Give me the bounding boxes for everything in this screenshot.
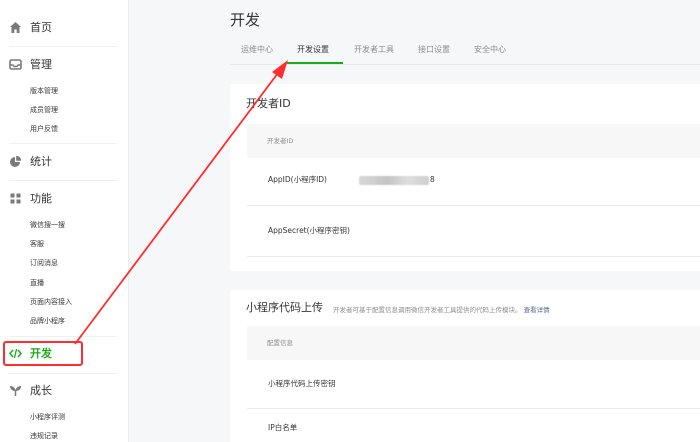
annotation-highlight-box: [3, 341, 83, 366]
sidebar-item-members[interactable]: 成员管理: [30, 104, 58, 116]
divider: [9, 373, 117, 374]
sprout-icon: [10, 386, 21, 396]
pie-chart-icon: [10, 155, 22, 167]
nav-home[interactable]: 首页: [0, 18, 128, 38]
nav-features-label: 功能: [30, 192, 52, 205]
nav-growth[interactable]: 成长: [0, 381, 128, 401]
table-header-label: 配置信息: [267, 339, 293, 347]
sidebar-item-subscribe[interactable]: 订阅消息: [30, 257, 58, 269]
code-upload-title: 小程序代码上传: [246, 301, 323, 314]
row-divider: [247, 256, 700, 257]
sidebar-item-violations[interactable]: 违规记录: [30, 430, 58, 442]
divider: [9, 46, 117, 47]
divider: [9, 143, 117, 144]
developer-id-table-header: 开发者ID: [247, 124, 700, 158]
code-upload-desc-text: 开发者可基于配置信息调用微信开发者工具提供的代码上传模块。: [333, 306, 522, 314]
nav-home-label: 首页: [30, 21, 52, 34]
code-upload-desc: 开发者可基于配置信息调用微信开发者工具提供的代码上传模块。 查看详情: [333, 305, 550, 315]
redacted-appid: [359, 176, 429, 185]
developer-id-panel: 开发者ID 开发者ID AppID(小程序ID) 8 AppSecret(小程序…: [230, 84, 700, 271]
nav-manage-label: 管理: [30, 58, 52, 71]
home-icon: [10, 22, 21, 33]
nav-stats-label: 统计: [30, 155, 52, 168]
row-divider: [247, 408, 700, 409]
sidebar: 首页 管理 版本管理 成员管理 用户反馈 统计 功能 微信搜一搜 客服 订阅消息…: [0, 0, 129, 442]
tab-security[interactable]: 安全中心: [474, 44, 506, 56]
sidebar-item-service[interactable]: 客服: [30, 238, 44, 250]
sidebar-item-content[interactable]: 页面内容接入: [30, 296, 72, 308]
sidebar-item-review[interactable]: 小程序评测: [30, 411, 65, 423]
nav-features[interactable]: 功能: [0, 189, 128, 209]
tab-api-settings[interactable]: 接口设置: [418, 44, 450, 56]
active-tab-indicator: [287, 62, 343, 64]
developer-id-title: 开发者ID: [246, 97, 291, 110]
sidebar-item-search[interactable]: 微信搜一搜: [30, 219, 65, 231]
tab-dev-tools[interactable]: 开发者工具: [354, 44, 394, 56]
code-upload-table-header: 配置信息: [247, 326, 700, 360]
sidebar-item-brand[interactable]: 品牌小程序: [30, 315, 65, 327]
view-details-link[interactable]: 查看详情: [524, 306, 550, 314]
table-header-label: 开发者ID: [267, 137, 294, 145]
ip-whitelist-label: IP白名单: [268, 423, 298, 432]
tab-ops[interactable]: 运维中心: [241, 44, 273, 56]
sidebar-item-live[interactable]: 直播: [30, 277, 44, 289]
row-divider: [247, 205, 700, 206]
nav-stats[interactable]: 统计: [0, 152, 128, 172]
appid-label: AppID(小程序ID): [268, 175, 327, 184]
tab-dev-settings[interactable]: 开发设置: [297, 44, 329, 56]
sidebar-item-feedback[interactable]: 用户反馈: [30, 123, 58, 135]
grid-icon: [10, 193, 21, 204]
inbox-icon: [9, 59, 22, 70]
upload-key-label: 小程序代码上传密钥: [268, 379, 336, 388]
divider: [9, 180, 117, 181]
page-title: 开发: [230, 11, 261, 29]
nav-growth-label: 成长: [30, 384, 52, 397]
appid-value: 8: [430, 175, 435, 184]
divider: [9, 336, 117, 337]
appsecret-label: AppSecret(小程序密钥): [268, 226, 350, 235]
nav-manage[interactable]: 管理: [0, 55, 128, 75]
tab-bar: 运维中心 开发设置 开发者工具 接口设置 安全中心: [230, 40, 700, 65]
code-upload-panel: 小程序代码上传 开发者可基于配置信息调用微信开发者工具提供的代码上传模块。 查看…: [230, 290, 700, 442]
sidebar-item-version[interactable]: 版本管理: [30, 85, 58, 97]
